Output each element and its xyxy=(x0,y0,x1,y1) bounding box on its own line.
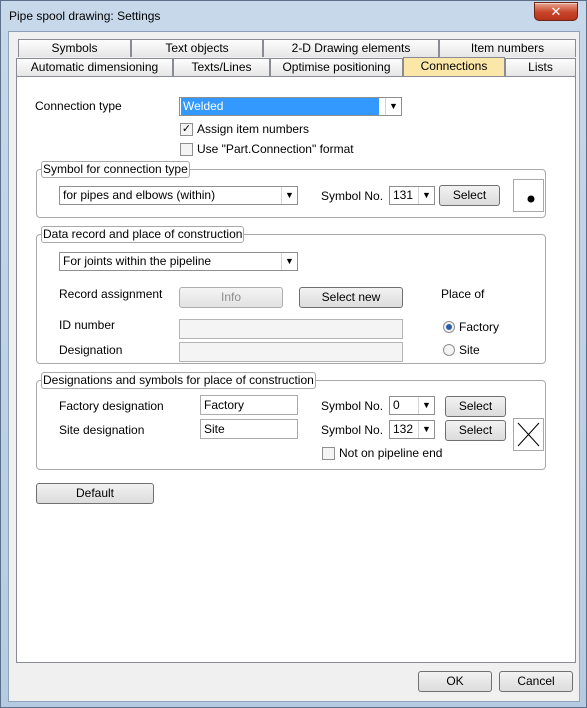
factory-radio[interactable] xyxy=(443,321,455,333)
tab-item-numbers[interactable]: Item numbers xyxy=(439,39,576,57)
symbol-preview xyxy=(513,179,544,212)
site-symbol-no-select[interactable]: 132 ▼ xyxy=(389,420,435,439)
symbol-no-select[interactable]: 131 ▼ xyxy=(389,186,435,205)
symbol-group: Symbol for connection type for pipes and… xyxy=(36,161,546,218)
id-number-field[interactable] xyxy=(179,319,403,339)
factory-designation-value: Factory xyxy=(204,398,245,412)
button-label: OK xyxy=(446,674,464,688)
title-bar[interactable]: Pipe spool drawing: Settings ✕ xyxy=(1,1,586,31)
tab-label: Item numbers xyxy=(470,41,545,55)
chevron-down-icon: ▼ xyxy=(418,397,434,414)
tab-label: Optimise positioning xyxy=(282,60,391,74)
ok-button[interactable]: OK xyxy=(418,671,492,692)
symbol-type-value: for pipes and elbows (within) xyxy=(63,188,216,202)
info-button[interactable]: Info xyxy=(179,287,283,308)
record-assignment-label: Record assignment xyxy=(59,287,163,301)
tab-label: Connections xyxy=(420,59,488,73)
not-on-pipeline-end-checkbox[interactable] xyxy=(322,447,335,460)
tab-label: Texts/Lines xyxy=(191,60,252,74)
tab-label: Automatic dimensioning xyxy=(30,60,159,74)
designations-group-title: Designations and symbols for place of co… xyxy=(41,372,316,389)
tab-lists[interactable]: Lists xyxy=(505,58,576,76)
connections-panel: Connection type Welded ▼ ✓ Assign item n… xyxy=(16,76,576,663)
data-record-group: Data record and place of construction Fo… xyxy=(36,226,546,364)
button-label: Select new xyxy=(321,290,381,304)
tab-label: Lists xyxy=(528,60,553,74)
settings-window: Pipe spool drawing: Settings ✕ Symbols T… xyxy=(0,0,587,708)
use-format-label: Use "Part.Connection" format xyxy=(197,142,354,156)
factory-designation-label: Factory designation xyxy=(59,399,164,413)
tab-automatic-dimensioning[interactable]: Automatic dimensioning xyxy=(16,58,173,76)
tab-optimise-positioning[interactable]: Optimise positioning xyxy=(270,58,403,76)
tab-connections[interactable]: Connections xyxy=(403,57,505,76)
client-area: Symbols Text objects 2-D Drawing element… xyxy=(8,31,580,702)
site-symbol-no-value: 132 xyxy=(393,422,414,436)
factory-radio-label: Factory xyxy=(459,320,500,334)
default-button[interactable]: Default xyxy=(36,483,154,504)
factory-symbol-no-select[interactable]: 0 ▼ xyxy=(389,396,435,415)
cross-symbol-icon xyxy=(517,422,540,447)
place-of-label: Place of xyxy=(441,287,485,301)
data-record-value: For joints within the pipeline xyxy=(63,254,212,268)
chevron-down-icon: ▼ xyxy=(281,253,297,270)
tab-symbols[interactable]: Symbols xyxy=(18,39,131,57)
site-symbol-preview xyxy=(513,418,544,451)
connection-type-select[interactable]: Welded ▼ xyxy=(179,97,402,116)
button-label: Default xyxy=(75,486,115,500)
id-number-label: ID number xyxy=(59,318,116,332)
symbol-no-label: Symbol No. xyxy=(321,189,384,203)
weld-dot-icon xyxy=(527,195,535,203)
designation-label: Designation xyxy=(59,343,123,357)
chevron-down-icon: ▼ xyxy=(385,98,401,115)
designations-group: Designations and symbols for place of co… xyxy=(36,372,546,470)
site-symbol-no-label: Symbol No. xyxy=(321,423,384,437)
data-record-group-title: Data record and place of construction xyxy=(41,226,245,243)
factory-designation-field[interactable]: Factory xyxy=(200,395,298,415)
site-radio[interactable] xyxy=(443,344,455,356)
symbol-group-title: Symbol for connection type xyxy=(41,161,190,178)
site-radio-label: Site xyxy=(459,343,480,357)
tab-label: Text objects xyxy=(165,41,229,55)
data-record-select[interactable]: For joints within the pipeline ▼ xyxy=(59,252,298,271)
close-button[interactable]: ✕ xyxy=(534,2,578,21)
assign-item-numbers-label: Assign item numbers xyxy=(197,122,310,136)
window-title: Pipe spool drawing: Settings xyxy=(9,9,161,23)
site-designation-field[interactable]: Site xyxy=(200,419,298,439)
tab-2d-drawing-elements[interactable]: 2-D Drawing elements xyxy=(263,39,439,57)
cancel-button[interactable]: Cancel xyxy=(499,671,573,692)
chevron-down-icon: ▼ xyxy=(418,421,434,438)
tab-label: 2-D Drawing elements xyxy=(291,41,411,55)
select-new-button[interactable]: Select new xyxy=(299,287,403,308)
not-on-pipeline-end-label: Not on pipeline end xyxy=(339,446,443,460)
chevron-down-icon: ▼ xyxy=(281,187,297,204)
designation-field[interactable] xyxy=(179,342,403,362)
chevron-down-icon: ▼ xyxy=(418,187,434,204)
factory-select-button[interactable]: Select xyxy=(445,396,506,417)
tab-text-objects[interactable]: Text objects xyxy=(131,39,263,57)
symbol-no-value: 131 xyxy=(393,188,414,202)
tab-label: Symbols xyxy=(51,41,98,55)
factory-symbol-no-label: Symbol No. xyxy=(321,399,384,413)
site-designation-label: Site designation xyxy=(59,423,145,437)
close-icon: ✕ xyxy=(550,4,562,19)
button-label: Select xyxy=(458,399,493,413)
factory-symbol-no-value: 0 xyxy=(393,398,400,412)
button-label: Cancel xyxy=(517,674,555,688)
button-label: Info xyxy=(220,290,241,304)
symbol-type-select[interactable]: for pipes and elbows (within) ▼ xyxy=(59,186,298,205)
connection-type-value: Welded xyxy=(181,98,379,115)
assign-item-numbers-checkbox[interactable]: ✓ xyxy=(180,123,193,136)
connection-type-label: Connection type xyxy=(35,99,122,113)
tab-texts-lines[interactable]: Texts/Lines xyxy=(173,58,270,76)
site-select-button[interactable]: Select xyxy=(445,420,506,441)
button-label: Select xyxy=(452,188,487,202)
use-format-checkbox[interactable] xyxy=(180,143,193,156)
site-designation-value: Site xyxy=(204,422,225,436)
symbol-select-button[interactable]: Select xyxy=(439,185,500,206)
button-label: Select xyxy=(458,423,493,437)
